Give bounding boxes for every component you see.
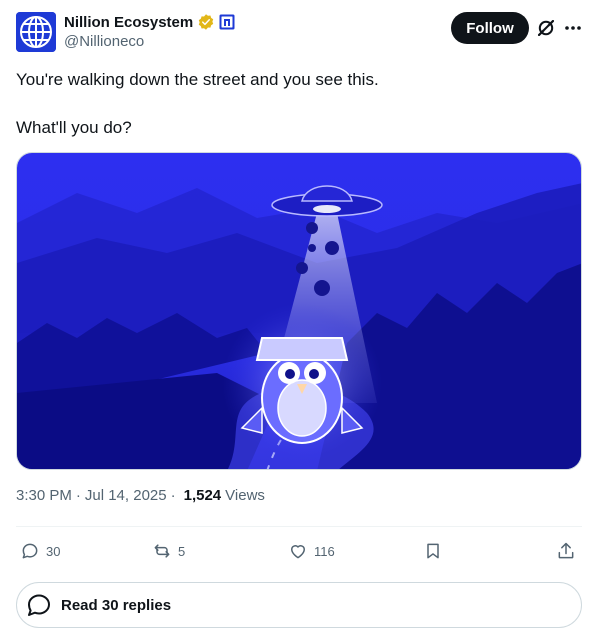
grok-icon[interactable] [536,18,556,38]
bookmark-icon [427,543,439,559]
reply-bubble-icon [28,594,50,616]
repost-count: 5 [178,543,186,559]
tweet-text: You're walking down the street and you s… [16,68,582,140]
repost-icon [154,544,170,558]
share-icon [558,542,574,559]
handle[interactable]: @Nillioneco [64,33,144,50]
display-name[interactable]: Nillion Ecosystem [64,14,193,31]
ufo-owl-illustration [17,153,581,469]
more-icon[interactable] [563,18,583,38]
read-replies-button[interactable]: Read 30 replies [16,582,582,628]
share-button[interactable] [556,534,576,568]
divider [16,526,582,527]
avatar[interactable] [16,12,56,52]
repost-button[interactable]: 5 [152,534,185,568]
like-button[interactable]: 116 [288,534,335,568]
tweet: Nillion Ecosystem @Nillioneco Follow You… [0,0,598,636]
follow-button[interactable]: Follow [451,12,529,44]
affiliate-badge-icon[interactable] [219,14,235,30]
bookmark-button[interactable] [423,534,443,568]
tweet-image[interactable] [16,152,582,470]
post-date[interactable]: Jul 14, 2025 [85,487,167,504]
reply-icon [22,543,38,559]
heart-icon [291,545,305,559]
action-bar: 30 5 116 [16,534,582,568]
post-time[interactable]: 3:30 PM [16,487,72,504]
reply-button[interactable]: 30 [20,534,60,568]
verified-badge-icon [199,14,214,30]
views-count: 1,524 [183,487,222,504]
tweet-line: You're walking down the street and you s… [16,70,379,89]
post-meta: 3:30 PM · Jul 14, 2025 · 1,524 Views [16,487,265,504]
read-replies-label: Read 30 replies [61,596,172,614]
views-label: Views [225,487,265,504]
reply-count: 30 [46,543,61,559]
globe-logo-icon [16,12,56,52]
tweet-line: What'll you do? [16,118,132,137]
like-count: 116 [314,543,335,559]
name-row: Nillion Ecosystem [64,12,235,32]
